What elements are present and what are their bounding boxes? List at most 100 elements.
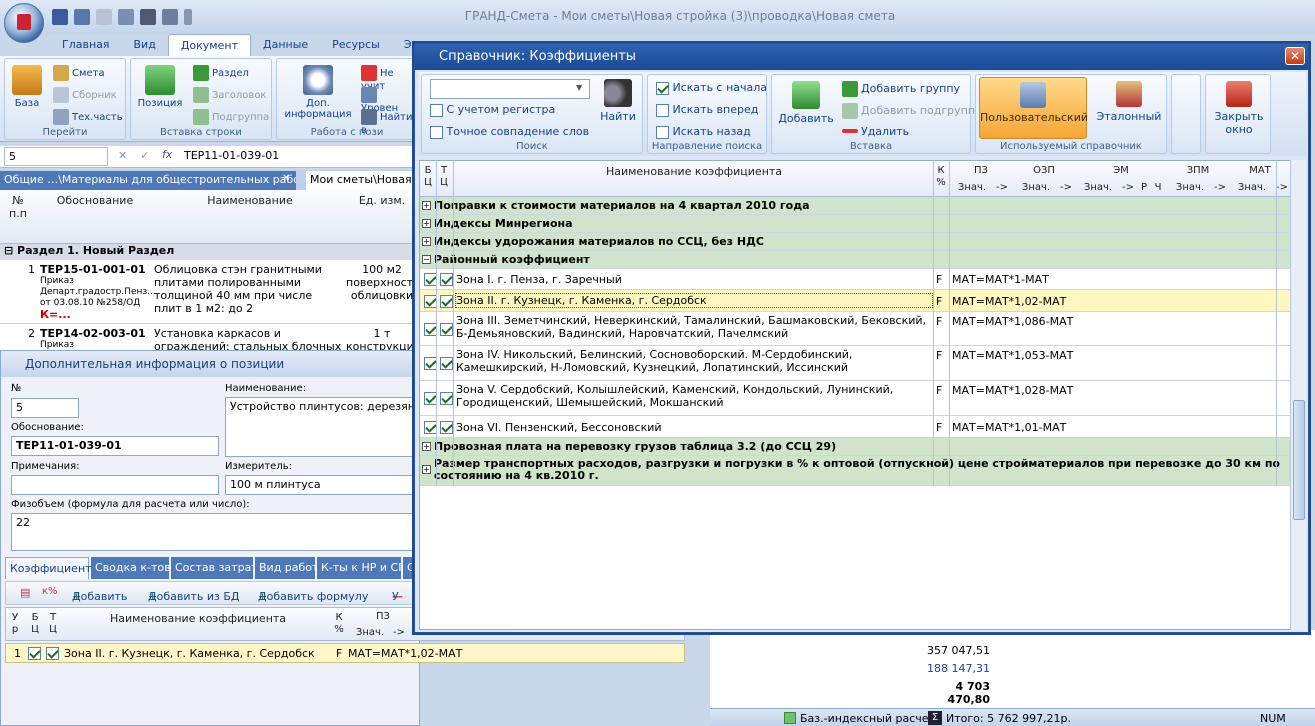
- doc-tab-my-estimates[interactable]: Мои сметы\Новая ст: [306, 171, 420, 190]
- zoom-icon[interactable]: [162, 9, 178, 25]
- col-name: Наименование: [207, 194, 293, 207]
- obosn-input[interactable]: ТЕР11-01-039-01: [11, 436, 219, 456]
- search-input[interactable]: [430, 79, 590, 99]
- add-group-button[interactable]: Добавить группу: [842, 81, 960, 97]
- table-row[interactable]: 1 ТЕР15-01-001-01 Приказ Департ.градостр…: [0, 260, 420, 324]
- tab-document[interactable]: Документ: [167, 34, 251, 56]
- razdel-button[interactable]: Раздел: [193, 65, 249, 81]
- table-row[interactable]: Зона IV. Никольский, Белинский, Сосновоб…: [420, 346, 1290, 381]
- tab-nr-sp[interactable]: К-ты к НР и СП: [317, 557, 407, 579]
- collapse-icon[interactable]: −: [422, 255, 431, 264]
- close-window-button[interactable]: ✕: [1285, 47, 1305, 65]
- table-row[interactable]: Зона VI. Пензенский, Бессоновский F МАТ=…: [420, 416, 1290, 438]
- vertical-scrollbar[interactable]: [1290, 160, 1306, 630]
- tab-work-type[interactable]: Вид работ: [255, 557, 318, 579]
- section-row[interactable]: ⊟ Раздел 1. Новый Раздел: [0, 244, 420, 260]
- col-k: К %: [936, 165, 946, 188]
- bc-checkbox[interactable]: [28, 646, 41, 660]
- app-menu-orb[interactable]: [4, 3, 44, 43]
- dop-info-button[interactable]: Доп. информация: [281, 65, 355, 120]
- expand-icon[interactable]: +: [422, 237, 431, 246]
- group-row[interactable]: + Индексы удорожания материалов по ССЦ, б…: [420, 233, 1290, 251]
- table-row[interactable]: 1 Зона II. г. Кузнецк, г. Каменка, г. Се…: [5, 643, 685, 663]
- chevron-down-icon[interactable]: ▼: [576, 83, 582, 92]
- close-tab-icon[interactable]: ✕: [282, 173, 290, 184]
- techpart-button[interactable]: Тех.часть: [53, 109, 123, 125]
- back-checkbox[interactable]: Искать назад: [656, 125, 751, 139]
- tc-checkbox[interactable]: [440, 294, 453, 308]
- tab-resources[interactable]: Ресурсы: [320, 34, 392, 56]
- group-row[interactable]: + Поправки к стоимости материалов на 4 кв…: [420, 197, 1290, 215]
- zagolovok-button[interactable]: Заголовок: [193, 87, 266, 103]
- coef-settings-icon[interactable]: ▤: [20, 586, 30, 599]
- tc-checkbox[interactable]: [46, 646, 59, 660]
- preview-icon[interactable]: [118, 9, 134, 25]
- expand-icon[interactable]: +: [422, 442, 431, 451]
- sbornik-button[interactable]: Сборник: [53, 87, 117, 103]
- group-row[interactable]: + Размер транспортных расходов, разгрузки…: [420, 456, 1290, 486]
- tc-checkbox[interactable]: [440, 356, 453, 370]
- table-row[interactable]: Зона V. Сердобский, Колышлейский, Каменс…: [420, 381, 1290, 416]
- tab-data[interactable]: Данные: [251, 34, 320, 56]
- dropdown-icon[interactable]: [184, 9, 192, 25]
- pozicia-button[interactable]: Позиция: [135, 65, 185, 109]
- doc-tab-materials[interactable]: Общие …\Материалы для общестроительных р…: [0, 171, 296, 190]
- expand-icon[interactable]: +: [422, 219, 431, 228]
- fiz-input[interactable]: 22: [11, 513, 419, 551]
- table-row[interactable]: Зона I. г. Пенза, г. Заречный F МАТ=МАТ*…: [420, 269, 1290, 290]
- tc-checkbox[interactable]: [440, 272, 453, 286]
- tab-view[interactable]: Вид: [122, 34, 168, 56]
- table-row[interactable]: Зона III. Земетчинский, Неверкинский, Та…: [420, 312, 1290, 346]
- tc-checkbox[interactable]: [440, 420, 453, 434]
- tc-checkbox[interactable]: [440, 322, 453, 336]
- table-row[interactable]: 2 ТЕР14-02-003-01 Приказ Установка карка…: [0, 324, 421, 366]
- save-icon[interactable]: [52, 9, 68, 25]
- num-input[interactable]: 5: [11, 398, 79, 418]
- minus-icon: [842, 128, 858, 133]
- total-value: 188 147,31: [927, 662, 990, 675]
- podgruppa-button[interactable]: Подгруппа: [193, 109, 269, 125]
- izm-input[interactable]: 100 м плинтуса: [225, 475, 419, 495]
- tc-checkbox[interactable]: [440, 391, 453, 405]
- calc-mode[interactable]: Баз.-индексный расчет: [800, 712, 935, 725]
- smeta-button[interactable]: Смета: [53, 65, 105, 81]
- row-num: 1: [14, 647, 21, 660]
- close-window-ribbon-button[interactable]: Закрыть окно: [1210, 81, 1268, 136]
- expand-icon[interactable]: +: [422, 465, 431, 474]
- cell-ref-input[interactable]: 5: [4, 147, 108, 166]
- accept-icon[interactable]: ✓: [140, 149, 149, 162]
- delete-button[interactable]: Удалить: [842, 125, 909, 138]
- name-input[interactable]: Устройство плинтусов: дерезянных: [225, 397, 419, 457]
- group-row[interactable]: + Провозная плата на перевозку грузов таб…: [420, 438, 1290, 456]
- exact-checkbox[interactable]: Точное совпадение слов: [430, 125, 589, 139]
- case-checkbox[interactable]: С учетом регистра: [430, 103, 555, 117]
- find-button[interactable]: Найти: [598, 79, 638, 123]
- cancel-icon[interactable]: ✕: [118, 149, 127, 162]
- tab-cost-structure[interactable]: Состав затрат: [171, 557, 258, 579]
- level-icon: [361, 87, 377, 103]
- main-ribbon: База Смета Сборник Тех.часть Перейти Поз…: [0, 56, 420, 142]
- user-ref-button[interactable]: Пользовательский: [979, 77, 1088, 139]
- binoculars-icon[interactable]: [140, 9, 156, 25]
- tab-coefficients[interactable]: Коэффициенты: [5, 557, 100, 579]
- table-row[interactable]: Зона II. г. Кузнецк, г. Каменка, г. Серд…: [420, 290, 1290, 312]
- formula-input[interactable]: ТЕР11-01-039-01: [180, 147, 418, 166]
- forward-checkbox[interactable]: Искать вперед: [656, 103, 758, 117]
- group-title: Провозная плата на перевозку грузов табл…: [434, 440, 837, 453]
- from-start-checkbox[interactable]: Искать с начала: [656, 81, 767, 95]
- tab-home[interactable]: Главная: [50, 34, 122, 56]
- group-row[interactable]: + Индексы Минрегиона: [420, 215, 1290, 233]
- function-icon[interactable]: fx: [162, 148, 172, 161]
- base-button[interactable]: База: [9, 65, 45, 109]
- etalon-ref-button[interactable]: Эталонный: [1094, 81, 1164, 123]
- tab-coef-summary[interactable]: Сводка к-тов: [91, 557, 171, 579]
- expand-icon[interactable]: +: [422, 201, 431, 210]
- percent-icon[interactable]: к%: [42, 586, 58, 597]
- redo-icon[interactable]: [96, 9, 112, 25]
- undo-icon[interactable]: [74, 9, 90, 25]
- prim-input[interactable]: [11, 475, 219, 495]
- group-row[interactable]: − Районный коэффициент: [420, 251, 1290, 269]
- scroll-thumb[interactable]: [1293, 400, 1305, 520]
- add-button[interactable]: Добавить: [778, 81, 834, 125]
- add-subgroup-button[interactable]: Добавить подгруппу: [842, 103, 982, 119]
